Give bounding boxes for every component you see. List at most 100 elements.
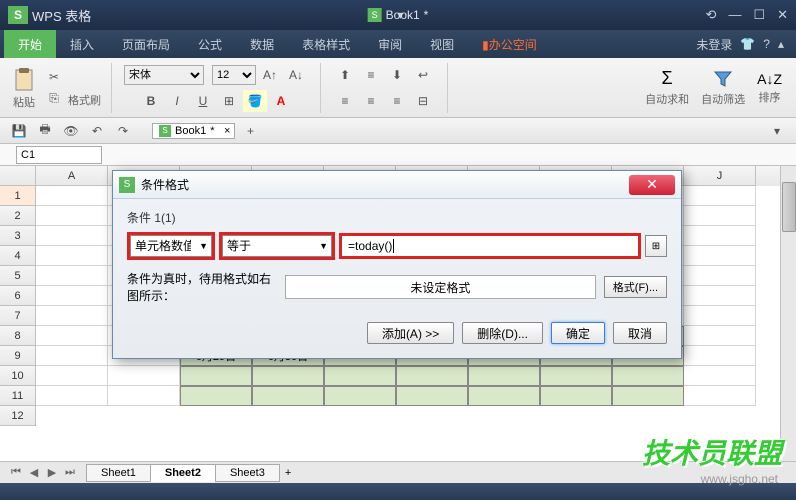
minimize-icon[interactable]: —	[728, 7, 741, 23]
col-header[interactable]: A	[36, 166, 108, 186]
range-picker-button[interactable]: ⊞	[645, 235, 667, 257]
cell[interactable]	[684, 246, 756, 266]
size-select[interactable]: 12	[212, 65, 256, 85]
paste-button[interactable]: 粘贴	[12, 66, 36, 110]
align-right-icon[interactable]: ≡	[385, 90, 409, 112]
cell[interactable]	[612, 366, 684, 386]
select-all-corner[interactable]	[0, 166, 36, 186]
cell[interactable]	[108, 366, 180, 386]
cell[interactable]	[180, 366, 252, 386]
skin-icon[interactable]: 👕	[740, 37, 755, 51]
row-header[interactable]: 3	[0, 226, 36, 246]
align-mid-icon[interactable]: ≡	[359, 64, 383, 86]
cell[interactable]	[684, 386, 756, 406]
cell[interactable]	[36, 306, 108, 326]
cell[interactable]	[252, 366, 324, 386]
cell[interactable]	[36, 286, 108, 306]
row-header[interactable]: 8	[0, 326, 36, 346]
preview-icon[interactable]: 👁	[60, 121, 82, 141]
autofilter-button[interactable]: 自动筛选	[701, 69, 745, 107]
row-header[interactable]: 4	[0, 246, 36, 266]
print-icon[interactable]: 🖶	[34, 121, 56, 141]
sheet-tab[interactable]: Sheet1	[86, 464, 151, 482]
align-bot-icon[interactable]: ⬇	[385, 64, 409, 86]
row-header[interactable]: 9	[0, 346, 36, 366]
row-header[interactable]: 12	[0, 406, 36, 426]
row-header[interactable]: 1	[0, 186, 36, 206]
row-header[interactable]: 5	[0, 266, 36, 286]
cell[interactable]	[540, 366, 612, 386]
cell[interactable]	[36, 186, 108, 206]
row-header[interactable]: 11	[0, 386, 36, 406]
font-color-button[interactable]: A	[269, 90, 293, 112]
cancel-button[interactable]: 取消	[613, 322, 667, 344]
dialog-close-button[interactable]: ✕	[629, 175, 675, 195]
operator-select[interactable]: 等于	[222, 235, 332, 257]
cell[interactable]	[468, 386, 540, 406]
menu-formula[interactable]: 公式	[184, 36, 236, 53]
align-center-icon[interactable]: ≡	[359, 90, 383, 112]
add-button[interactable]: 添加(A) >>	[367, 322, 454, 344]
row-header[interactable]: 10	[0, 366, 36, 386]
row-header[interactable]: 2	[0, 206, 36, 226]
close-icon[interactable]: ✕	[777, 7, 788, 23]
autosum-button[interactable]: Σ 自动求和	[645, 68, 689, 107]
decrease-font-icon[interactable]: A↓	[284, 64, 308, 86]
cell[interactable]	[540, 386, 612, 406]
fill-color-button[interactable]: 🪣	[243, 90, 267, 112]
condition-type-select[interactable]: 单元格数值	[130, 235, 212, 257]
menu-layout[interactable]: 页面布局	[108, 36, 184, 53]
sheet-tab[interactable]: Sheet3	[215, 464, 280, 482]
merge-icon[interactable]: ⊟	[411, 90, 435, 112]
cell[interactable]	[396, 366, 468, 386]
ok-button[interactable]: 确定	[551, 322, 605, 344]
cut-icon[interactable]: ✂	[42, 66, 66, 88]
cell[interactable]	[36, 206, 108, 226]
row-header[interactable]: 7	[0, 306, 36, 326]
cell[interactable]	[684, 346, 756, 366]
align-top-icon[interactable]: ⬆	[333, 64, 357, 86]
document-tab[interactable]: S Book1 * ×	[152, 123, 235, 139]
sheet-prev-icon[interactable]: ◀	[26, 466, 42, 479]
cell[interactable]	[684, 206, 756, 226]
ribbon-min-icon[interactable]: ▴	[778, 37, 784, 51]
save-icon[interactable]: 💾	[8, 121, 30, 141]
menu-review[interactable]: 审阅	[364, 36, 416, 53]
wrap-icon[interactable]: ↩	[411, 64, 435, 86]
cell[interactable]	[324, 386, 396, 406]
vertical-scrollbar[interactable]	[780, 166, 796, 462]
cell[interactable]	[36, 326, 108, 346]
cell[interactable]	[36, 246, 108, 266]
cell[interactable]	[36, 346, 108, 366]
underline-button[interactable]: U	[191, 90, 215, 112]
copy-icon[interactable]: ⎘	[42, 88, 66, 110]
tab-list-icon[interactable]: ▾	[766, 121, 788, 141]
undo-icon[interactable]: ↶	[86, 121, 108, 141]
cell[interactable]	[684, 306, 756, 326]
cell[interactable]	[684, 326, 756, 346]
font-select[interactable]: 宋体	[124, 65, 204, 85]
increase-font-icon[interactable]: A↑	[258, 64, 282, 86]
cell[interactable]	[468, 366, 540, 386]
cell[interactable]	[180, 386, 252, 406]
sheet-tab[interactable]: Sheet2	[150, 464, 216, 482]
border-button[interactable]: ⊞	[217, 90, 241, 112]
sheet-next-icon[interactable]: ▶	[44, 466, 60, 479]
login-status[interactable]: 未登录	[696, 36, 732, 53]
sheet-last-icon[interactable]: ⏭	[62, 466, 78, 479]
cell[interactable]	[36, 266, 108, 286]
delete-button[interactable]: 删除(D)...	[462, 322, 543, 344]
cell[interactable]	[36, 226, 108, 246]
scrollbar-thumb[interactable]	[782, 182, 796, 232]
cell[interactable]	[396, 386, 468, 406]
menu-office[interactable]: ▮办公空间	[468, 36, 541, 53]
menu-start[interactable]: 开始	[4, 30, 56, 58]
new-sheet-icon[interactable]: +	[285, 467, 291, 479]
italic-button[interactable]: I	[165, 90, 189, 112]
sort-button[interactable]: A↓Z 排序	[757, 71, 782, 105]
col-header[interactable]: J	[684, 166, 756, 186]
cell[interactable]	[684, 366, 756, 386]
sheet-first-icon[interactable]: ⏮	[8, 466, 24, 479]
cell[interactable]	[684, 186, 756, 206]
cell[interactable]	[36, 386, 108, 406]
